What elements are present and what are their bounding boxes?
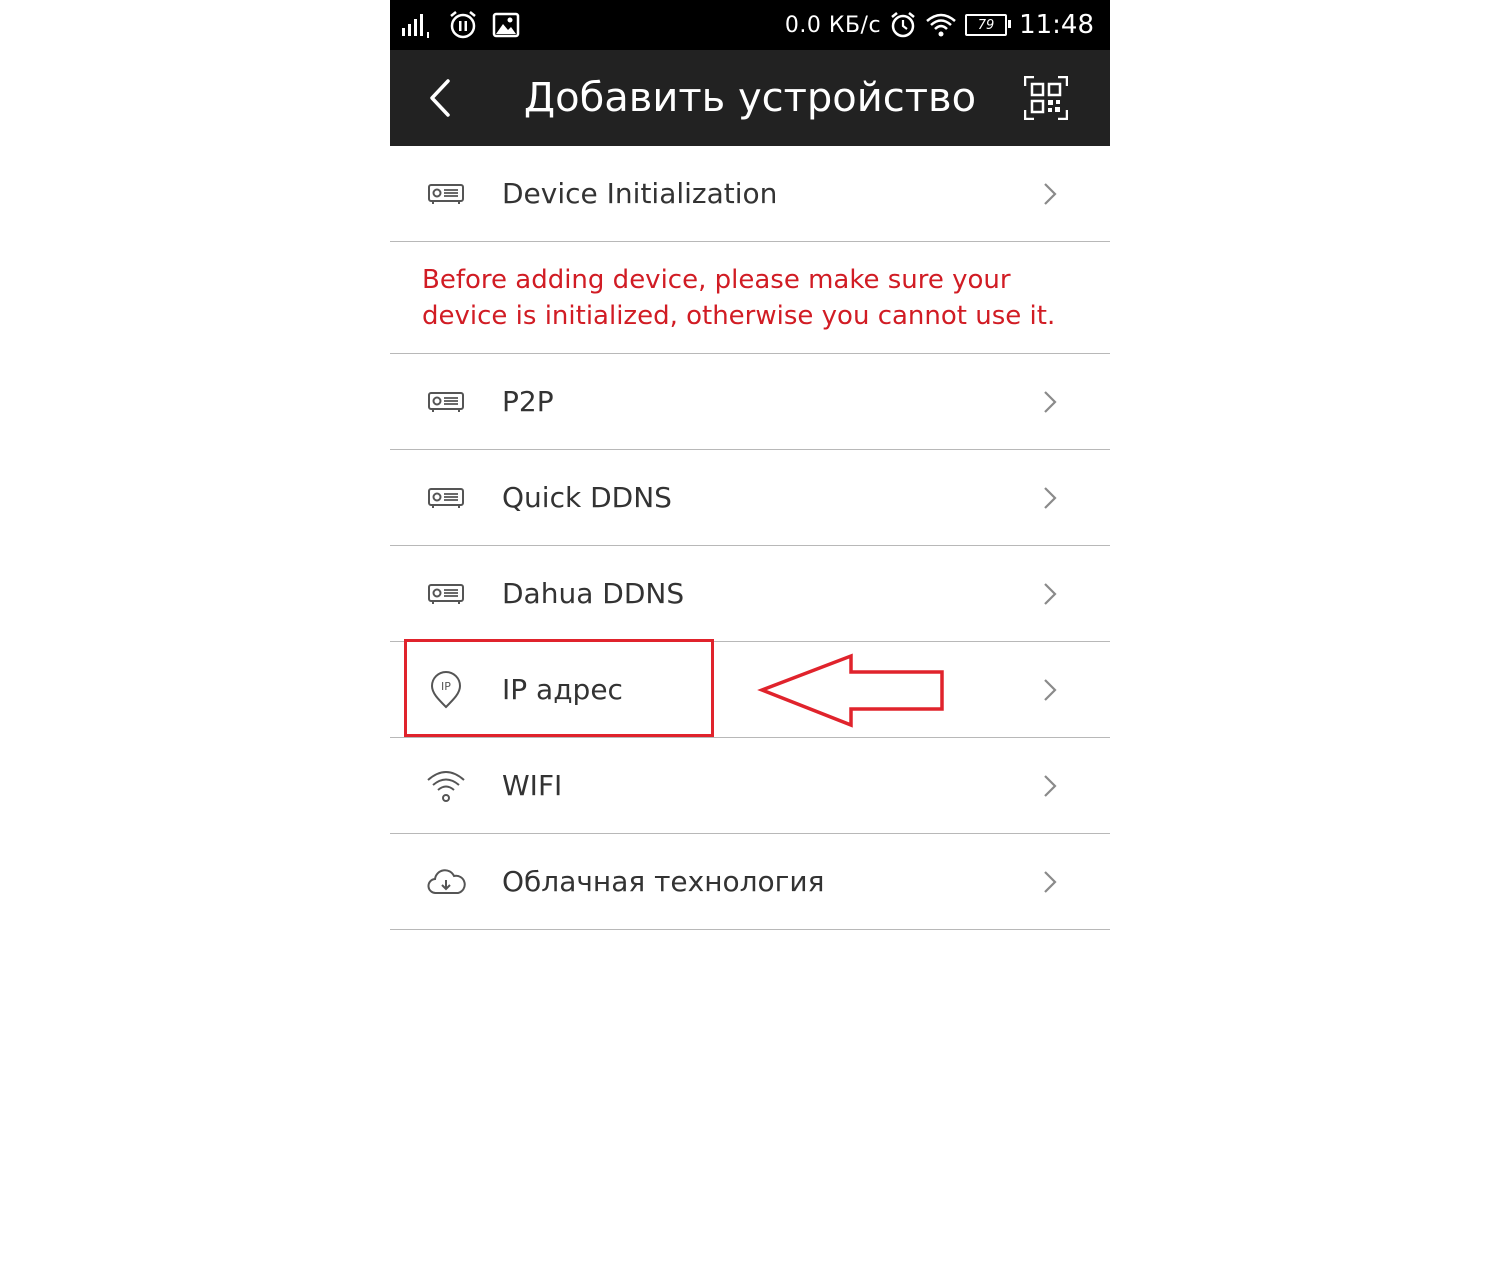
chevron-right-icon	[1044, 775, 1057, 797]
gallery-icon	[492, 12, 520, 38]
chevron-right-icon	[1044, 583, 1057, 605]
battery-level: 79	[977, 17, 995, 33]
chevron-right-icon	[1044, 871, 1057, 893]
add-device-list: Device Initialization Before adding devi…	[390, 146, 1110, 930]
device-icon	[428, 184, 464, 204]
initialization-warning: Before adding device, please make sure y…	[390, 242, 1110, 354]
ip-pin-icon: IP	[430, 671, 462, 709]
list-item-label: Device Initialization	[502, 177, 778, 210]
chevron-right-icon	[1044, 391, 1057, 413]
qr-scan-icon[interactable]	[1024, 76, 1068, 120]
device-icon	[428, 488, 464, 508]
chevron-right-icon	[1044, 183, 1057, 205]
alarm-icon	[891, 12, 915, 38]
list-item-device-initialization[interactable]: Device Initialization	[390, 146, 1110, 242]
list-item-label: Dahua DDNS	[502, 577, 685, 610]
list-item-cloud[interactable]: Облачная технология	[390, 834, 1110, 930]
list-item-label: P2P	[502, 385, 554, 418]
page-title: Добавить устройство	[523, 75, 977, 121]
status-right: 0.0 КБ/с 79 11:48	[785, 8, 1094, 42]
status-bar: 0.0 КБ/с 79 11:48	[390, 0, 1110, 50]
list-item-label: IP адрес	[502, 673, 623, 706]
list-item-p2p[interactable]: P2P	[390, 354, 1110, 450]
battery-indicator: 79	[965, 14, 1012, 36]
status-left	[400, 8, 520, 42]
wifi-icon	[427, 771, 465, 802]
list-item-wifi[interactable]: WIFI	[390, 738, 1110, 834]
chevron-right-icon	[1044, 487, 1057, 509]
network-speed: 0.0 КБ/с	[784, 12, 882, 38]
back-icon[interactable]	[426, 78, 456, 118]
list-item-label: Облачная технология	[502, 865, 825, 898]
list-item-label: Quick DDNS	[502, 481, 672, 514]
app-header: Добавить устройство	[390, 50, 1110, 146]
list-item-label: WIFI	[502, 769, 563, 802]
phone-screen: 0.0 КБ/с 79 11:48 Добавить устройство De…	[390, 0, 1110, 1280]
list-item-quick-ddns[interactable]: Quick DDNS	[390, 450, 1110, 546]
clock: 11:48	[1019, 10, 1094, 40]
device-icon	[428, 392, 464, 412]
list-item-ip-address[interactable]: IP IP адрес	[390, 642, 1110, 738]
svg-text:IP: IP	[441, 680, 451, 693]
list-item-dahua-ddns[interactable]: Dahua DDNS	[390, 546, 1110, 642]
signal-icon	[402, 14, 429, 38]
chevron-right-icon	[1044, 679, 1057, 701]
alarm-pause-icon	[450, 11, 476, 39]
device-icon	[428, 584, 464, 604]
cloud-icon	[427, 869, 466, 894]
wifi-status-icon	[926, 13, 956, 37]
warning-text: Before adding device, please make sure y…	[422, 265, 1056, 331]
